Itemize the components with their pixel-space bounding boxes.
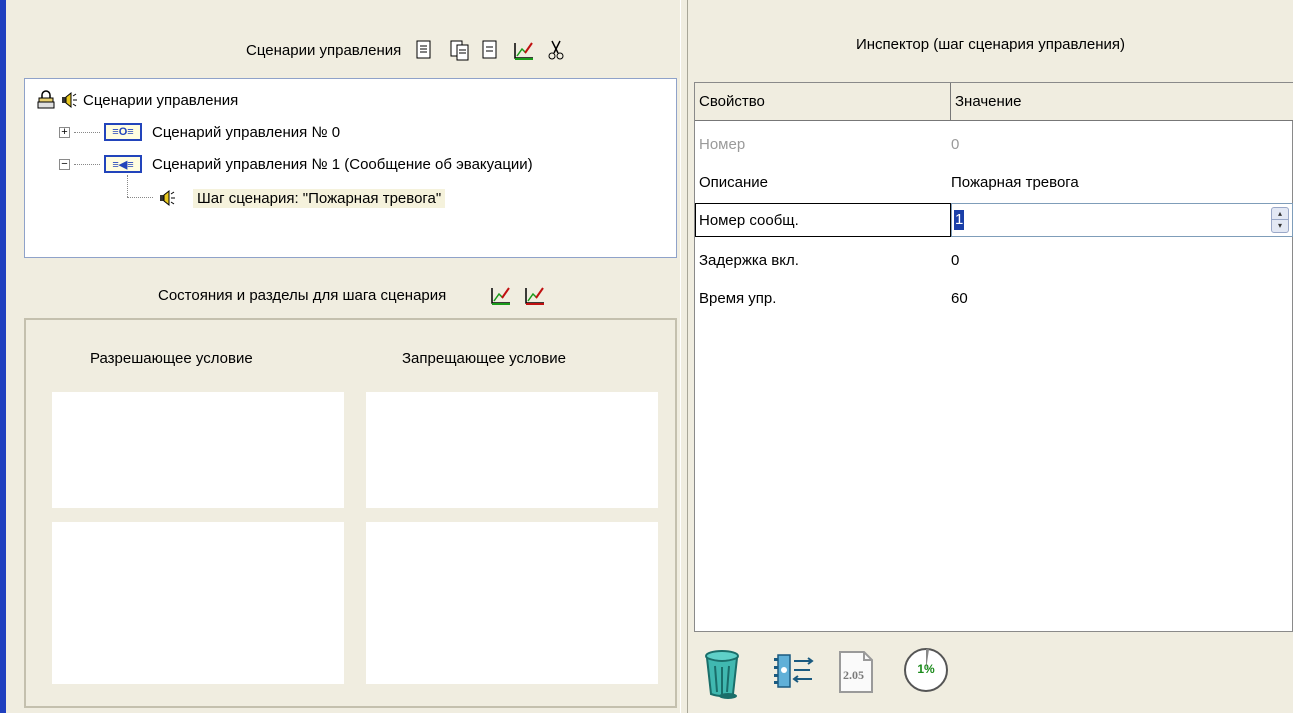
allow-states-list[interactable]: [52, 392, 344, 508]
property-value: 60: [951, 289, 968, 307]
left-panel: Сценарии управления Сценарии управления …: [6, 0, 680, 713]
column-header-property[interactable]: Свойство: [695, 83, 951, 121]
property-row-number[interactable]: Номер 0: [695, 125, 1293, 163]
edit-deny-icon[interactable]: [524, 284, 546, 306]
scenarios-toolbar: Сценарии управления: [246, 36, 567, 64]
device-io-icon[interactable]: [772, 652, 814, 690]
property-name: Задержка вкл.: [699, 251, 799, 269]
spin-down-icon[interactable]: ▾: [1272, 220, 1288, 232]
allow-zones-list[interactable]: [52, 522, 344, 684]
property-value: 0: [951, 251, 960, 269]
panel-splitter[interactable]: [680, 0, 688, 713]
version-badge: 2.05: [843, 668, 864, 682]
property-row-control-time[interactable]: Время упр. 60: [695, 279, 1293, 317]
property-grid[interactable]: Свойство Значение Номер 0 Описание Пожар…: [694, 82, 1293, 632]
message-number-input[interactable]: 1 ▴ ▾: [951, 203, 1293, 237]
tree-item-scenario-1[interactable]: − ≡◀≡ Сценарий управления № 1 (Сообщение…: [59, 153, 533, 175]
tree-item-step[interactable]: Шаг сценария: "Пожарная тревога": [157, 187, 446, 209]
property-name: Время упр.: [699, 289, 777, 307]
column-header-value[interactable]: Значение: [951, 83, 1293, 121]
property-row-description[interactable]: Описание Пожарная тревога: [695, 163, 1293, 201]
property-name: Номер: [699, 135, 746, 153]
expand-toggle[interactable]: +: [59, 126, 70, 138]
progress-label: 1%: [917, 662, 935, 676]
collapse-toggle[interactable]: −: [59, 158, 70, 170]
tree-item-label: Сценарий управления № 0: [152, 123, 341, 141]
states-header: Состояния и разделы для шага сценария: [158, 286, 447, 304]
speaker-icon: [62, 91, 77, 109]
property-name: Номер сообщ.: [699, 211, 799, 229]
speaker-icon: [160, 189, 175, 207]
folder-lock-icon: [37, 90, 55, 109]
paste-document-icon[interactable]: [479, 39, 501, 61]
version-document-icon[interactable]: 2.05: [838, 650, 874, 694]
tree-step-label: Шаг сценария: "Пожарная тревога": [193, 188, 446, 208]
scenario-tree[interactable]: Сценарии управления + ≡O≡ Сценарий управ…: [24, 78, 677, 258]
scenario-speaker-icon: ≡◀≡: [104, 155, 142, 173]
property-value: 0: [951, 135, 960, 153]
deny-zones-list[interactable]: [366, 522, 658, 684]
progress-circle-icon[interactable]: 1%: [902, 646, 950, 694]
tree-connector: [74, 131, 100, 133]
tree-root[interactable]: Сценарии управления: [37, 89, 238, 111]
cut-icon[interactable]: [545, 39, 567, 61]
bottom-toolbar: 2.05 1%: [688, 632, 1293, 713]
trash-icon[interactable]: [702, 648, 742, 700]
tree-root-label: Сценарии управления: [83, 91, 239, 109]
scenario-icon: ≡O≡: [104, 123, 142, 141]
new-document-icon[interactable]: [413, 39, 435, 61]
property-name: Описание: [699, 173, 769, 191]
scenarios-header: Сценарии управления: [246, 41, 402, 59]
states-toolbar: Состояния и разделы для шага сценария: [158, 282, 546, 308]
tree-item-label: Сценарий управления № 1 (Сообщение об эв…: [152, 155, 533, 173]
spin-button[interactable]: ▴ ▾: [1271, 207, 1289, 233]
tree-connector: [127, 197, 153, 198]
copy-document-icon[interactable]: [449, 39, 471, 61]
allow-condition-title: Разрешающее условие: [90, 350, 253, 367]
tree-connector-vertical: [127, 175, 129, 197]
tree-item-scenario-0[interactable]: + ≡O≡ Сценарий управления № 0: [59, 121, 340, 143]
property-row-delay[interactable]: Задержка вкл. 0: [695, 241, 1293, 279]
property-value: Пожарная тревога: [951, 173, 1079, 191]
inspector-panel: Инспектор (шаг сценария управления) Свой…: [688, 0, 1293, 713]
deny-states-list[interactable]: [366, 392, 658, 508]
property-row-message-number[interactable]: Номер сообщ. 1 ▴ ▾: [695, 201, 1293, 239]
tree-connector: [74, 163, 100, 165]
message-number-value: 1: [954, 210, 965, 230]
inspector-title: Инспектор (шаг сценария управления): [855, 36, 1126, 53]
spin-up-icon[interactable]: ▴: [1272, 208, 1288, 220]
deny-condition-title: Запрещающее условие: [402, 350, 566, 367]
edit-allow-icon[interactable]: [490, 284, 512, 306]
conditions-panel: Разрешающее условие Запрещающее условие: [24, 318, 677, 708]
edit-properties-icon[interactable]: [513, 39, 535, 61]
